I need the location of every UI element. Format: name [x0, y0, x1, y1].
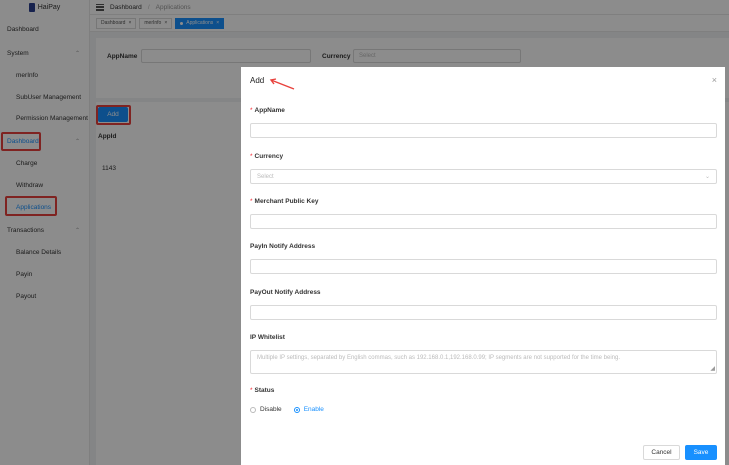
appname-label-text: AppName — [254, 107, 285, 114]
status-enable-radio[interactable]: Enable — [293, 406, 324, 413]
cancel-button[interactable]: Cancel — [643, 445, 680, 460]
status-label-text: Status — [254, 387, 275, 394]
status-disable-radio[interactable]: Disable — [250, 406, 282, 413]
ip-whitelist-label: IP Whitelist — [250, 334, 285, 341]
required-mark: * — [250, 387, 253, 394]
radio-label: Enable — [303, 406, 324, 413]
add-drawer: Add × * AppName * Currency Select ⌄ * Merch… — [241, 67, 725, 465]
radio-unchecked-icon — [250, 406, 256, 413]
currency-label-text: Currency — [254, 153, 284, 160]
payout-notify-label: PayOut Notify Address — [250, 289, 321, 296]
required-mark: * — [250, 198, 253, 205]
ip-whitelist-placeholder: Multiple IP settings, separated by Engli… — [257, 355, 620, 361]
payin-notify-label: PayIn Notify Address — [250, 243, 316, 250]
merchant-public-key-label: * Merchant Public Key — [250, 198, 318, 205]
ip-whitelist-textarea[interactable]: Multiple IP settings, separated by Engli… — [250, 350, 717, 374]
merchant-public-key-input[interactable] — [250, 214, 717, 229]
merchant-public-key-label-text: Merchant Public Key — [254, 198, 319, 205]
appname-input[interactable] — [250, 123, 717, 138]
currency-select[interactable]: Select ⌄ — [250, 169, 717, 184]
drawer-title: Add — [250, 76, 265, 85]
close-icon[interactable]: × — [712, 75, 717, 85]
annotation-arrow-icon — [269, 78, 295, 90]
payout-notify-input[interactable] — [250, 305, 717, 320]
payin-notify-input[interactable] — [250, 259, 717, 274]
chevron-down-icon: ⌄ — [704, 174, 710, 180]
appname-label: * AppName — [250, 107, 285, 114]
required-mark: * — [250, 153, 253, 160]
radio-checked-icon — [293, 406, 300, 413]
radio-label: Disable — [260, 406, 282, 413]
status-radio-group: Disable Enable — [250, 406, 324, 413]
currency-placeholder: Select — [257, 173, 274, 180]
currency-label: * Currency — [250, 153, 283, 160]
status-label: * Status — [250, 387, 274, 394]
resize-handle-icon[interactable]: ◢ — [710, 366, 715, 372]
save-button[interactable]: Save — [685, 445, 717, 460]
required-mark: * — [250, 107, 253, 114]
